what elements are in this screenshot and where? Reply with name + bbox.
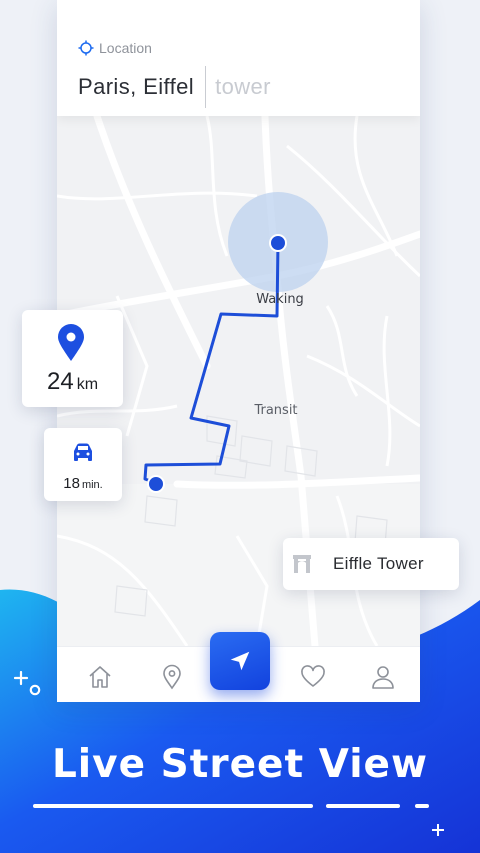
sparkle-decoration-small: [432, 824, 444, 836]
underline-decoration: [415, 804, 429, 808]
start-point-marker[interactable]: [269, 234, 287, 252]
underline-decoration: [326, 804, 400, 808]
location-input-text[interactable]: Paris, Eiffel: [78, 74, 194, 100]
underline-decoration: [33, 804, 313, 808]
travel-time-value: 18: [63, 475, 80, 492]
heart-icon: [301, 665, 325, 687]
profile-icon: [372, 666, 394, 689]
monument-icon: [293, 555, 311, 573]
destination-card[interactable]: Eiffle Tower: [283, 538, 459, 590]
distance-value: 24: [46, 368, 74, 395]
sparkle-decoration: [14, 671, 41, 696]
nav-favorites-button[interactable]: [299, 663, 327, 691]
location-input[interactable]: Paris, Eiffel tower: [78, 66, 271, 108]
travel-time-readout: 18 min.: [44, 475, 122, 493]
location-pin-icon: [58, 324, 84, 361]
distance-card: 24 km: [22, 310, 123, 407]
nav-location-button[interactable]: [158, 663, 186, 691]
navigate-icon: [230, 651, 250, 671]
distance-unit: km: [76, 376, 99, 393]
map-label-middle: Transit: [253, 403, 297, 418]
bottom-navigation: [57, 632, 420, 702]
nav-profile-button[interactable]: [369, 663, 397, 691]
text-caret: [205, 66, 207, 108]
location-input-hint: tower: [215, 74, 271, 99]
home-icon: [89, 666, 111, 688]
location-icon: [163, 664, 181, 690]
location-label-text: Location: [99, 40, 152, 56]
car-icon: [74, 443, 92, 461]
nav-navigate-button[interactable]: [210, 632, 270, 690]
location-label: Location: [78, 40, 152, 56]
promo-headline: Live Street View: [51, 742, 429, 787]
travel-time-unit: min.: [81, 479, 103, 491]
end-point-marker[interactable]: [147, 475, 165, 493]
distance-readout: 24 km: [22, 368, 123, 396]
destination-label: Eiffle Tower: [333, 554, 424, 573]
crosshair-icon: [78, 40, 94, 56]
travel-time-card: 18 min.: [44, 428, 122, 501]
location-search-card[interactable]: Location Paris, Eiffel tower: [57, 0, 420, 116]
map-label-start: Waking: [256, 292, 304, 307]
nav-home-button[interactable]: [86, 663, 114, 691]
